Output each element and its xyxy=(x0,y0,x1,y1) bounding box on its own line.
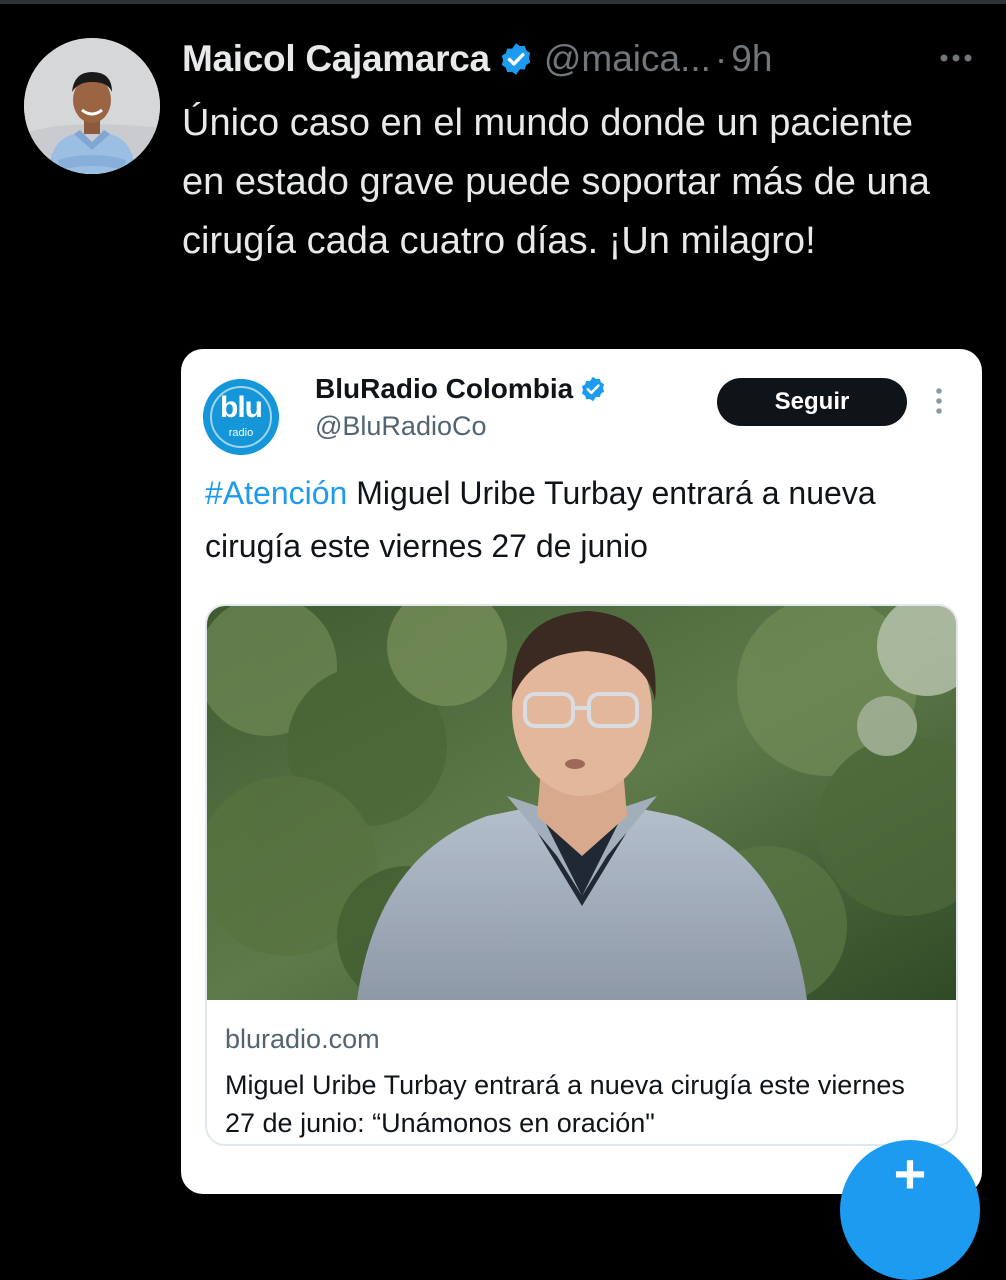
tweet-text: Único caso en el mundo donde un paciente… xyxy=(182,102,930,262)
quoted-author-row: BluRadio Colombia xyxy=(315,373,607,405)
verified-badge-icon xyxy=(490,41,534,77)
more-icon[interactable] xyxy=(936,38,976,78)
verified-badge-icon xyxy=(573,375,607,403)
author-name[interactable]: Maicol Cajamarca xyxy=(182,38,490,80)
link-domain[interactable]: bluradio.com xyxy=(225,1024,380,1055)
separator-dot: · xyxy=(714,38,728,79)
quoted-author-name[interactable]: BluRadio Colombia xyxy=(315,373,573,405)
compose-plus-icon[interactable]: + xyxy=(840,1140,980,1280)
tweet-header: Maicol Cajamarca @maica... · 9h xyxy=(182,34,986,84)
bluradio-logo[interactable]: blu radio xyxy=(203,379,279,455)
author-handle[interactable]: @maica... xyxy=(544,38,711,80)
top-divider xyxy=(0,0,1006,4)
author-avatar[interactable] xyxy=(24,38,160,174)
follow-button[interactable]: Seguir xyxy=(717,378,907,426)
link-title[interactable]: Miguel Uribe Turbay entrará a nueva ciru… xyxy=(225,1066,935,1142)
quoted-author-handle[interactable]: @BluRadioCo xyxy=(315,411,487,442)
quoted-tweet-card[interactable]: blu radio BluRadio Colombia @BluRadioCo … xyxy=(181,349,982,1194)
hashtag-link[interactable]: #Atención xyxy=(205,475,347,511)
fab-label: + xyxy=(893,1142,927,1205)
bluradio-logo-text: blu xyxy=(220,391,263,424)
article-photo[interactable] xyxy=(207,606,956,1000)
quoted-tweet-text: #Atención Miguel Uribe Turbay entrará a … xyxy=(205,467,965,573)
more-icon[interactable] xyxy=(925,381,953,421)
bluradio-logo-subtext: radio xyxy=(228,427,254,439)
tweet-time[interactable]: 9h xyxy=(731,38,772,80)
link-preview-card[interactable]: bluradio.com Miguel Uribe Turbay entrará… xyxy=(205,604,958,1146)
